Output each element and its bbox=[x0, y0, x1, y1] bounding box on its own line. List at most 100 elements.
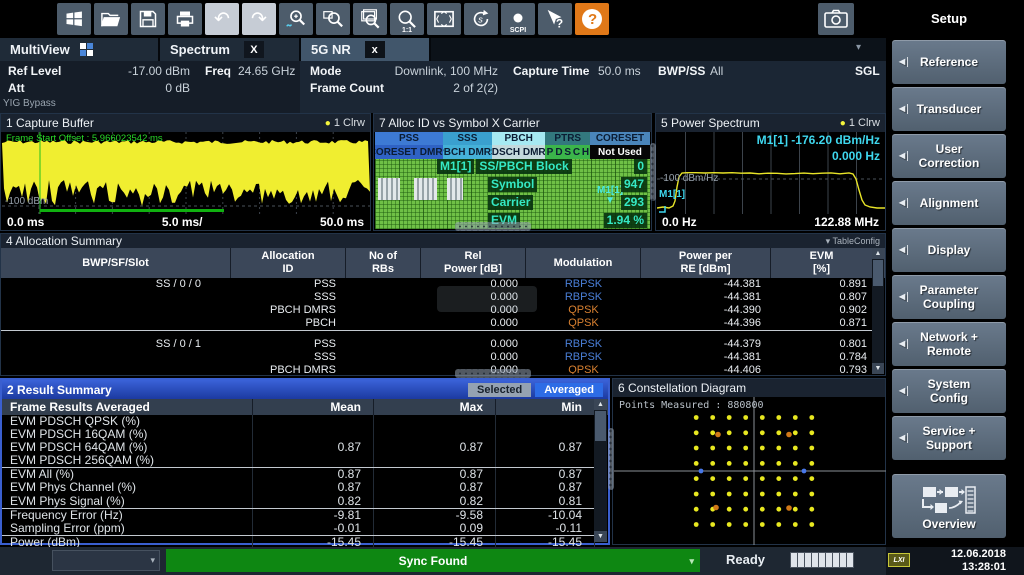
table-row[interactable]: EVM Phys Channel (%)0.870.870.87 bbox=[2, 481, 595, 494]
measurement-settings-bar: Ref Level -17.00 dBm Freq 24.65 GHz Att … bbox=[0, 61, 886, 113]
allocation-summary-scrollbar[interactable]: ▲ ▼ bbox=[872, 248, 884, 374]
tab-multiview[interactable]: MultiView bbox=[0, 38, 160, 61]
splitter-handle[interactable] bbox=[455, 369, 531, 378]
scroll-thumb[interactable] bbox=[873, 260, 883, 286]
table-row[interactable]: Sampling Error (ppm)-0.010.09-0.11 bbox=[2, 522, 595, 536]
scroll-thumb[interactable] bbox=[595, 411, 606, 441]
constellation-title: 6 Constellation Diagram bbox=[618, 381, 746, 395]
print-icon[interactable] bbox=[168, 3, 202, 35]
table-config-button[interactable]: ▾ TableConfig bbox=[826, 236, 880, 247]
bwp-ss-value[interactable]: All bbox=[710, 64, 723, 78]
legend-chip-d: D bbox=[555, 145, 564, 159]
table-row[interactable]: SSS0.000RBPSK-44.3810.784 bbox=[1, 351, 875, 364]
context-help-icon[interactable]: ? bbox=[538, 3, 572, 35]
screenshot-camera-button[interactable] bbox=[818, 3, 854, 35]
splitter-handle[interactable] bbox=[608, 428, 614, 490]
legend-chip-coreset-dmrs: CORESET DMRS bbox=[375, 145, 443, 159]
zoom-multi-icon[interactable] bbox=[353, 3, 387, 35]
panel-alloc-map: 7 Alloc ID vs Symbol X Carrier PSSSSSPBC… bbox=[373, 113, 652, 231]
sync-status-bar[interactable]: Sync Found ▾ bbox=[166, 549, 700, 572]
ref-level-value[interactable]: -17.00 dBm bbox=[90, 64, 190, 78]
table-row[interactable]: EVM Phys Signal (%)0.820.820.81 bbox=[2, 495, 595, 509]
frame-count-value[interactable]: 2 of 2(2) bbox=[398, 81, 498, 95]
att-label: Att bbox=[8, 81, 25, 95]
multiview-grid-icon bbox=[80, 43, 93, 56]
undo-icon[interactable]: ↶ bbox=[205, 3, 239, 35]
softkey-system-config[interactable]: ◀System Config bbox=[892, 369, 1006, 413]
table-row[interactable]: PBCH0.000QPSK-44.3960.871 bbox=[1, 317, 875, 330]
capture-buffer-trace-badge[interactable]: 1 Clrw bbox=[334, 117, 365, 129]
tab-spectrum-label: Spectrum bbox=[170, 42, 230, 57]
status-bar: ▾ Sync Found ▾ Ready bbox=[0, 547, 886, 575]
result-summary-scrollbar[interactable]: ▲ ▼ bbox=[594, 399, 607, 542]
table-row[interactable]: EVM PDSCH 256QAM (%) bbox=[2, 454, 595, 468]
panel-result-summary: 2 Result Summary Selected Averaged Frame… bbox=[0, 378, 610, 545]
sync-status-label: Sync Found bbox=[399, 554, 468, 568]
tab-spectrum-close-icon[interactable]: x bbox=[244, 41, 264, 58]
softkey-transducer[interactable]: ◀Transducer bbox=[892, 87, 1006, 131]
att-value[interactable]: 0 dB bbox=[90, 81, 190, 95]
scroll-down-icon[interactable]: ▼ bbox=[872, 363, 884, 374]
column-header: EVM[%] bbox=[771, 248, 873, 278]
open-file-icon[interactable] bbox=[94, 3, 128, 35]
zoom-selection-icon[interactable] bbox=[316, 3, 350, 35]
tab-spectrum[interactable]: Spectrum x bbox=[160, 38, 301, 61]
status-dropdown[interactable]: ▾ bbox=[52, 550, 160, 571]
legend-chip-h: H bbox=[581, 145, 590, 159]
marker-readout-freq: 0.000 Hz bbox=[832, 149, 880, 163]
side-menu-icon: ◀ bbox=[899, 151, 908, 161]
softkey-display[interactable]: ◀Display bbox=[892, 228, 1006, 272]
scroll-down-icon[interactable]: ▼ bbox=[594, 531, 607, 542]
splitter-handle[interactable] bbox=[650, 143, 656, 201]
yig-bypass-label: YIG Bypass bbox=[3, 98, 56, 109]
tab-5gnr[interactable]: 5G NR x bbox=[301, 38, 431, 61]
softkey-reference[interactable]: ◀Reference bbox=[892, 40, 1006, 84]
softkey-user-correction[interactable]: ◀User Correction bbox=[892, 134, 1006, 178]
zoom-1to1-icon[interactable]: 1:1 bbox=[390, 3, 424, 35]
scroll-up-icon[interactable]: ▲ bbox=[594, 399, 607, 410]
capture-time-value[interactable]: 50.0 ms bbox=[598, 64, 641, 78]
redo-icon[interactable]: ↷ bbox=[242, 3, 276, 35]
mode-value[interactable]: Downlink, 100 MHz bbox=[348, 64, 498, 78]
result-summary-body: EVM PDSCH QPSK (%)EVM PDSCH 16QAM (%)EVM… bbox=[2, 415, 595, 542]
zoom-signal-icon[interactable] bbox=[279, 3, 313, 35]
softkey-parameter-coupling[interactable]: ◀Parameter Coupling bbox=[892, 275, 1006, 319]
chevron-down-icon[interactable]: ▾ bbox=[689, 556, 694, 567]
splitter-handle[interactable] bbox=[455, 222, 531, 231]
table-row[interactable]: PBCH DMRS0.000QPSK-44.4060.793 bbox=[1, 364, 875, 374]
constellation-plot[interactable]: Points Measured : 880800 bbox=[614, 397, 884, 543]
continue-sweep-icon[interactable]: s bbox=[464, 3, 498, 35]
alloc-info-row: Symbol bbox=[488, 177, 537, 192]
display-fullscreen-icon[interactable] bbox=[427, 3, 461, 35]
overview-button[interactable]: Overview bbox=[892, 474, 1006, 538]
alloc-info-marker: M1[1] bbox=[437, 159, 474, 174]
softkey-network-remote[interactable]: ◀Network + Remote bbox=[892, 322, 1006, 366]
save-icon[interactable] bbox=[131, 3, 165, 35]
power-spectrum-plot[interactable]: M1[1] -176.20 dBm/Hz 0.000 Hz -100 dBm/H… bbox=[657, 132, 885, 214]
softkey-alignment[interactable]: ◀Alignment bbox=[892, 181, 1006, 225]
alloc-resource-grid[interactable]: M1[1]▼ M1[1] SS/PBCH Block 0 Symbol 947 … bbox=[375, 159, 650, 229]
result-summary-title: 2 Result Summary bbox=[7, 383, 112, 397]
power-spectrum-trace-badge[interactable]: 1 Clrw bbox=[849, 117, 880, 129]
panel-capture-buffer: 1 Capture Buffer ● 1 Clrw Frame Start Of… bbox=[0, 113, 371, 231]
column-header: RelPower [dB] bbox=[421, 248, 526, 278]
marker-m1-label[interactable]: M1[1] bbox=[659, 189, 685, 200]
windows-icon[interactable] bbox=[57, 3, 91, 35]
freq-label: Freq bbox=[205, 64, 231, 78]
scpi-icon[interactable]: SCPI bbox=[501, 3, 535, 35]
alloc-info-value: 1.94 % bbox=[604, 213, 647, 228]
table-row[interactable]: SS / 0 / 1PSS0.000RBPSK-44.3790.801 bbox=[1, 338, 875, 351]
help-icon[interactable]: ? bbox=[575, 3, 609, 35]
capture-buffer-plot[interactable]: Frame Start Offset : 5.966023542 ms -100… bbox=[2, 132, 370, 214]
averaged-toggle-button[interactable]: Averaged bbox=[535, 383, 603, 397]
alloc-marker-m1[interactable]: M1[1]▼ bbox=[597, 186, 623, 206]
legend-chip-pbch: PBCH bbox=[492, 132, 546, 145]
table-row[interactable]: Frequency Error (Hz)-9.81-9.58-10.04 bbox=[2, 509, 595, 522]
scroll-up-icon[interactable]: ▲ bbox=[872, 248, 884, 259]
selected-toggle-button[interactable]: Selected bbox=[468, 383, 531, 397]
freq-value[interactable]: 24.65 GHz bbox=[238, 64, 295, 78]
alloc-info-value: 0 bbox=[634, 159, 647, 174]
tab-5gnr-close-icon[interactable]: x bbox=[365, 41, 385, 58]
softkey-service-support[interactable]: ◀Service + Support bbox=[892, 416, 1006, 460]
tab-overflow-chevron-icon[interactable]: ▾ bbox=[856, 42, 861, 53]
